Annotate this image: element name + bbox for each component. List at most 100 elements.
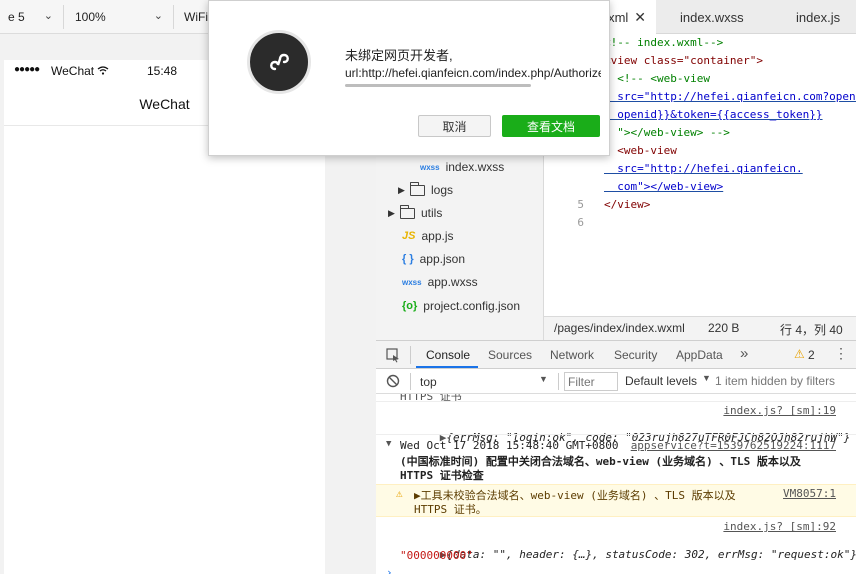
wifi-icon — [97, 66, 109, 75]
hidden-items-info: 1 item hidden by filters — [715, 374, 836, 388]
console-warning-text: HTTPS 证书。 — [414, 503, 487, 516]
code-line: "></web-view> --> — [604, 126, 730, 139]
tree-item-utils[interactable]: ▶ utils — [388, 203, 442, 223]
divider — [410, 373, 411, 390]
tree-item-project-config[interactable]: {o} project.config.json — [402, 296, 520, 316]
console-toolbar: top ▼ Default levels ▼ 1 item hidden by … — [376, 369, 856, 394]
tab-security[interactable]: Security — [614, 348, 657, 362]
tree-item-logs[interactable]: ▶ logs — [398, 180, 453, 200]
console-line: HTTPS 证书 — [400, 394, 462, 403]
code-line: <!-- <web-view — [604, 72, 710, 85]
tab-console[interactable]: Console — [426, 348, 470, 362]
prompt-icon[interactable]: › — [386, 566, 856, 574]
code-line: <web-view — [604, 144, 677, 157]
tab-appdata[interactable]: AppData — [676, 348, 723, 362]
clock-label: 15:48 — [147, 64, 178, 78]
view-docs-button[interactable]: 查看文档 — [502, 115, 600, 137]
signal-icon: ●●●●● — [14, 64, 40, 75]
warning-icon: ⚠ — [794, 347, 805, 361]
code-line: src="http://hefei.qianfeicn.com?openid — [604, 90, 856, 103]
link-logo-icon — [270, 53, 289, 71]
editor-status-bar: /pages/index/index.wxml 220 B 行 4，列 40 — [544, 316, 856, 340]
chevron-down-icon: ⌄ — [43, 10, 53, 22]
close-icon[interactable]: ✕ — [634, 9, 646, 26]
code-line: openid}}&token={{access_token}} — [604, 108, 823, 121]
tree-item-label: app.js — [421, 229, 454, 243]
tree-item-app-js[interactable]: JS app.js — [402, 226, 454, 246]
dialog-url: url:http://hefei.qianfeicn.com/index.php… — [345, 66, 601, 80]
code-line: com"></web-view> — [604, 180, 724, 193]
inspect-icon[interactable] — [386, 348, 401, 363]
divider — [410, 346, 411, 364]
device-select-value: e 5 — [8, 10, 25, 24]
network-select-value: WiFi — [184, 10, 208, 24]
unbound-developer-dialog: 未绑定网页开发者, url:http://hefei.qianfeicn.com… — [208, 0, 610, 156]
tree-item-app-wxss[interactable]: wxss app.wxss — [402, 272, 478, 292]
tree-item-index-wxss[interactable]: wxss index.wxss — [420, 157, 504, 177]
devtools-tabbar: Console Sources Network Security AppData… — [376, 340, 856, 369]
tree-item-label: project.config.json — [423, 299, 521, 313]
context-value: top — [420, 375, 437, 389]
tab-network[interactable]: Network — [550, 348, 594, 362]
tree-item-app-json[interactable]: { } app.json — [402, 249, 465, 269]
chevron-down-icon: ⌄ — [153, 10, 163, 22]
code-line: src="http://hefei.qianfeicn. — [604, 162, 803, 175]
warning-count[interactable]: 2 — [808, 348, 815, 362]
cancel-button[interactable]: 取消 — [418, 115, 491, 137]
source-link[interactable]: index.js? [sm]:92 — [723, 520, 836, 533]
triangle-down-icon: ▼ — [539, 374, 548, 384]
caret-right-icon: ▶ — [388, 207, 395, 218]
active-tab-indicator — [416, 366, 478, 368]
zoom-select[interactable]: 100% ⌄ — [66, 5, 174, 29]
more-tabs-icon[interactable]: » — [740, 345, 748, 362]
console-string: "000000000" — [400, 549, 473, 562]
config-icon: {o} — [402, 300, 418, 312]
log-levels-select[interactable]: Default levels — [625, 374, 697, 388]
source-link[interactable]: VM8057:1 — [783, 487, 836, 500]
line-number: 6 — [577, 216, 584, 229]
zoom-select-value: 100% — [75, 10, 106, 24]
tab-index-js[interactable]: index.js — [796, 0, 856, 34]
code-line: <!-- index.wxml--> — [604, 36, 724, 49]
wxss-icon: wxss — [420, 162, 440, 172]
caret-right-icon: ▶ — [398, 184, 405, 195]
device-select[interactable]: e 5 ⌄ — [0, 5, 64, 29]
tree-item-label: app.wxss — [427, 275, 478, 289]
tab-sources[interactable]: Sources — [488, 348, 532, 362]
dialog-title: 未绑定网页开发者, — [345, 48, 453, 63]
miniprogram-logo — [247, 30, 311, 94]
tab-label: index.js — [796, 9, 841, 25]
console-output: HTTPS 证书 index.js? [sm]:19 ▶{errMsg: "lo… — [376, 394, 856, 574]
kebab-menu-icon[interactable]: ⋮ — [834, 345, 848, 362]
code-line: </view> — [604, 198, 651, 211]
carrier-label: WeChat — [51, 64, 95, 78]
folder-icon — [410, 181, 425, 196]
divider — [558, 373, 559, 390]
source-link[interactable]: index.js? [sm]:19 — [723, 404, 836, 417]
triangle-down-icon: ▼ — [702, 373, 711, 383]
nav-title-text: WeChat — [139, 95, 190, 112]
tree-item-label: index.wxss — [445, 160, 505, 174]
file-size: 220 B — [708, 321, 740, 335]
tree-item-label: logs — [431, 183, 454, 197]
source-link[interactable]: appservice?t=1539762519224:1117 — [631, 439, 836, 452]
tree-item-label: utils — [421, 206, 443, 220]
devtools-window: e 5 ⌄ 100% ⌄ WiFi ●●●●● WeChat 15:48 WeC… — [0, 0, 856, 574]
folder-icon — [400, 204, 415, 219]
cursor-position: 行 4，列 40 — [780, 323, 843, 337]
divider — [376, 434, 856, 435]
code-line: <view class="container"> — [604, 54, 763, 67]
console-warning: ⚠ ▶工具未校验合法域名、web-view (业务域名) 、TLS 版本以及 V… — [376, 484, 856, 517]
tree-item-label: app.json — [419, 252, 465, 266]
clear-console-icon[interactable] — [386, 374, 400, 388]
context-select[interactable]: top ▼ — [416, 372, 552, 391]
divider — [376, 401, 856, 402]
tab-label: index.wxss — [680, 9, 744, 25]
console-line: HTTPS 证书检查 — [400, 469, 484, 482]
wxss-icon: wxss — [402, 277, 422, 287]
json-icon: { } — [402, 253, 414, 265]
horizontal-scrollbar[interactable] — [345, 84, 531, 87]
tab-index-wxss[interactable]: index.wxss — [680, 0, 770, 34]
line-number: 5 — [577, 198, 584, 211]
filter-input[interactable] — [564, 372, 618, 391]
